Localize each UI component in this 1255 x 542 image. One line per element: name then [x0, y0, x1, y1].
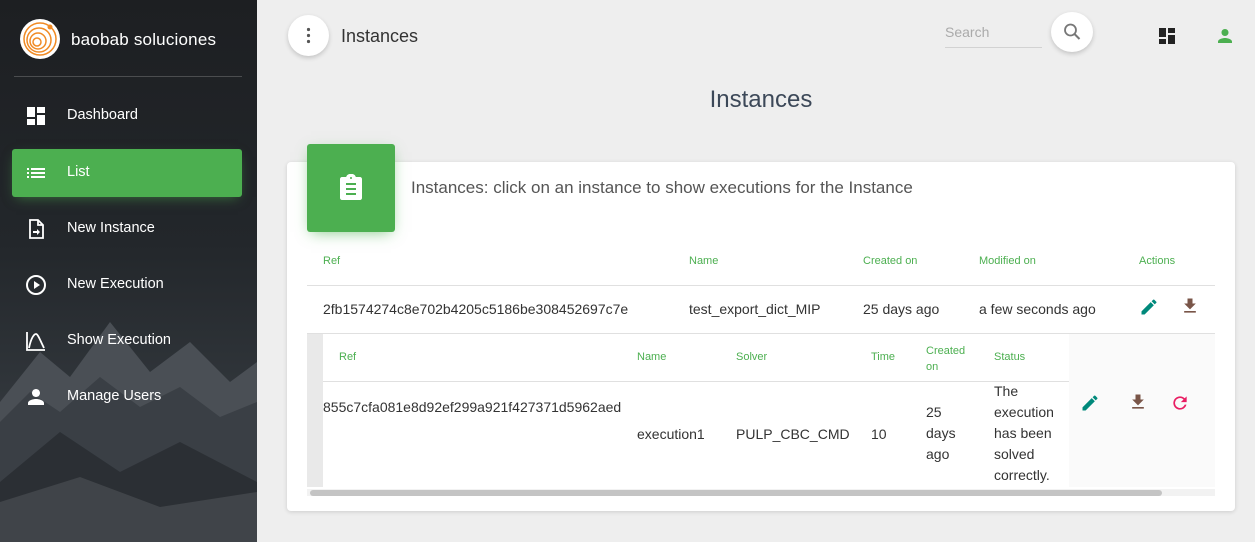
new-file-icon: [29, 219, 44, 239]
instance-modified: a few seconds ago: [979, 301, 1096, 317]
search-button[interactable]: [1051, 12, 1093, 52]
sidebar-item-show-execution[interactable]: Show Execution: [12, 317, 242, 365]
sidebar-item-list[interactable]: List: [12, 149, 242, 197]
person-icon[interactable]: [1213, 24, 1237, 48]
sidebar: baobab soluciones Dashboard List New Ins…: [0, 0, 257, 542]
executions-indent: [307, 334, 323, 487]
execution-time: 10: [871, 426, 887, 442]
download-icon[interactable]: [1180, 296, 1200, 316]
brand-name: baobab soluciones: [71, 30, 217, 49]
execution-name: execution1: [637, 426, 705, 442]
search-input[interactable]: [945, 20, 1042, 44]
column-header-name[interactable]: Name: [689, 255, 718, 267]
exec-header-solver[interactable]: Solver: [736, 351, 767, 363]
column-header-actions: Actions: [1139, 255, 1176, 267]
baobab-logo-icon: [20, 19, 60, 59]
dashboard-icon: [27, 107, 45, 125]
execution-solver: PULP_CBC_CMD: [736, 426, 850, 442]
dashboard-icon[interactable]: [1155, 24, 1179, 48]
column-header-modified[interactable]: Modified on: [979, 255, 1036, 267]
clipboard-icon: [340, 174, 362, 200]
page-title: Instances: [709, 86, 813, 113]
instance-created: 25 days ago: [863, 301, 940, 317]
execution-ref: 855c7cfa081e8d92ef299a921f427371d5962aed: [323, 399, 622, 415]
instance-name: test_export_dict_MIP: [689, 301, 821, 317]
sidebar-item-label: List: [67, 164, 90, 180]
sidebar-item-new-instance[interactable]: New Instance: [12, 205, 242, 253]
sidebar-item-label: New Execution: [67, 276, 164, 292]
divider: [323, 381, 1069, 382]
column-header-created[interactable]: Created on: [863, 255, 917, 267]
more-vert-icon: [306, 27, 311, 44]
edit-icon[interactable]: [1139, 297, 1159, 317]
search-icon: [1064, 23, 1081, 40]
edit-icon[interactable]: [1080, 393, 1100, 413]
divider: [307, 285, 1215, 286]
sidebar-item-label: New Instance: [67, 220, 155, 236]
execution-created: 25 days ago: [926, 404, 956, 462]
exec-header-status[interactable]: Status: [994, 351, 1025, 363]
card-title: Instances: click on an instance to show …: [411, 178, 913, 197]
topbar-title: Instances: [341, 26, 419, 46]
person-icon: [28, 389, 44, 405]
list-icon: [27, 168, 45, 178]
sidebar-item-dashboard[interactable]: Dashboard: [12, 92, 242, 140]
instance-ref: 2fb1574274c8e702b4205c5186be308452697c7e: [323, 301, 629, 317]
card-header-icon: [307, 144, 395, 232]
search-field[interactable]: [945, 20, 1042, 48]
more-options-button[interactable]: [288, 15, 329, 56]
sidebar-item-new-execution[interactable]: New Execution: [12, 261, 242, 309]
execution-status: The execution has been solved correctly.: [994, 383, 1054, 483]
chart-line-icon: [26, 332, 45, 351]
exec-header-time[interactable]: Time: [871, 351, 895, 363]
exec-header-name[interactable]: Name: [637, 351, 666, 363]
play-circle-icon: [26, 275, 46, 295]
sidebar-item-label: Dashboard: [67, 107, 138, 123]
exec-header-created[interactable]: Created on: [926, 343, 965, 375]
sidebar-item-label: Show Execution: [67, 332, 171, 348]
download-icon[interactable]: [1128, 392, 1148, 412]
refresh-icon[interactable]: [1170, 393, 1190, 413]
sidebar-item-manage-users[interactable]: Manage Users: [12, 373, 242, 421]
sidebar-item-label: Manage Users: [67, 388, 162, 404]
exec-header-ref[interactable]: Ref: [339, 351, 356, 363]
brand[interactable]: baobab soluciones: [14, 0, 242, 77]
column-header-ref[interactable]: Ref: [323, 255, 340, 267]
scrollbar-thumb[interactable]: [310, 490, 1162, 496]
